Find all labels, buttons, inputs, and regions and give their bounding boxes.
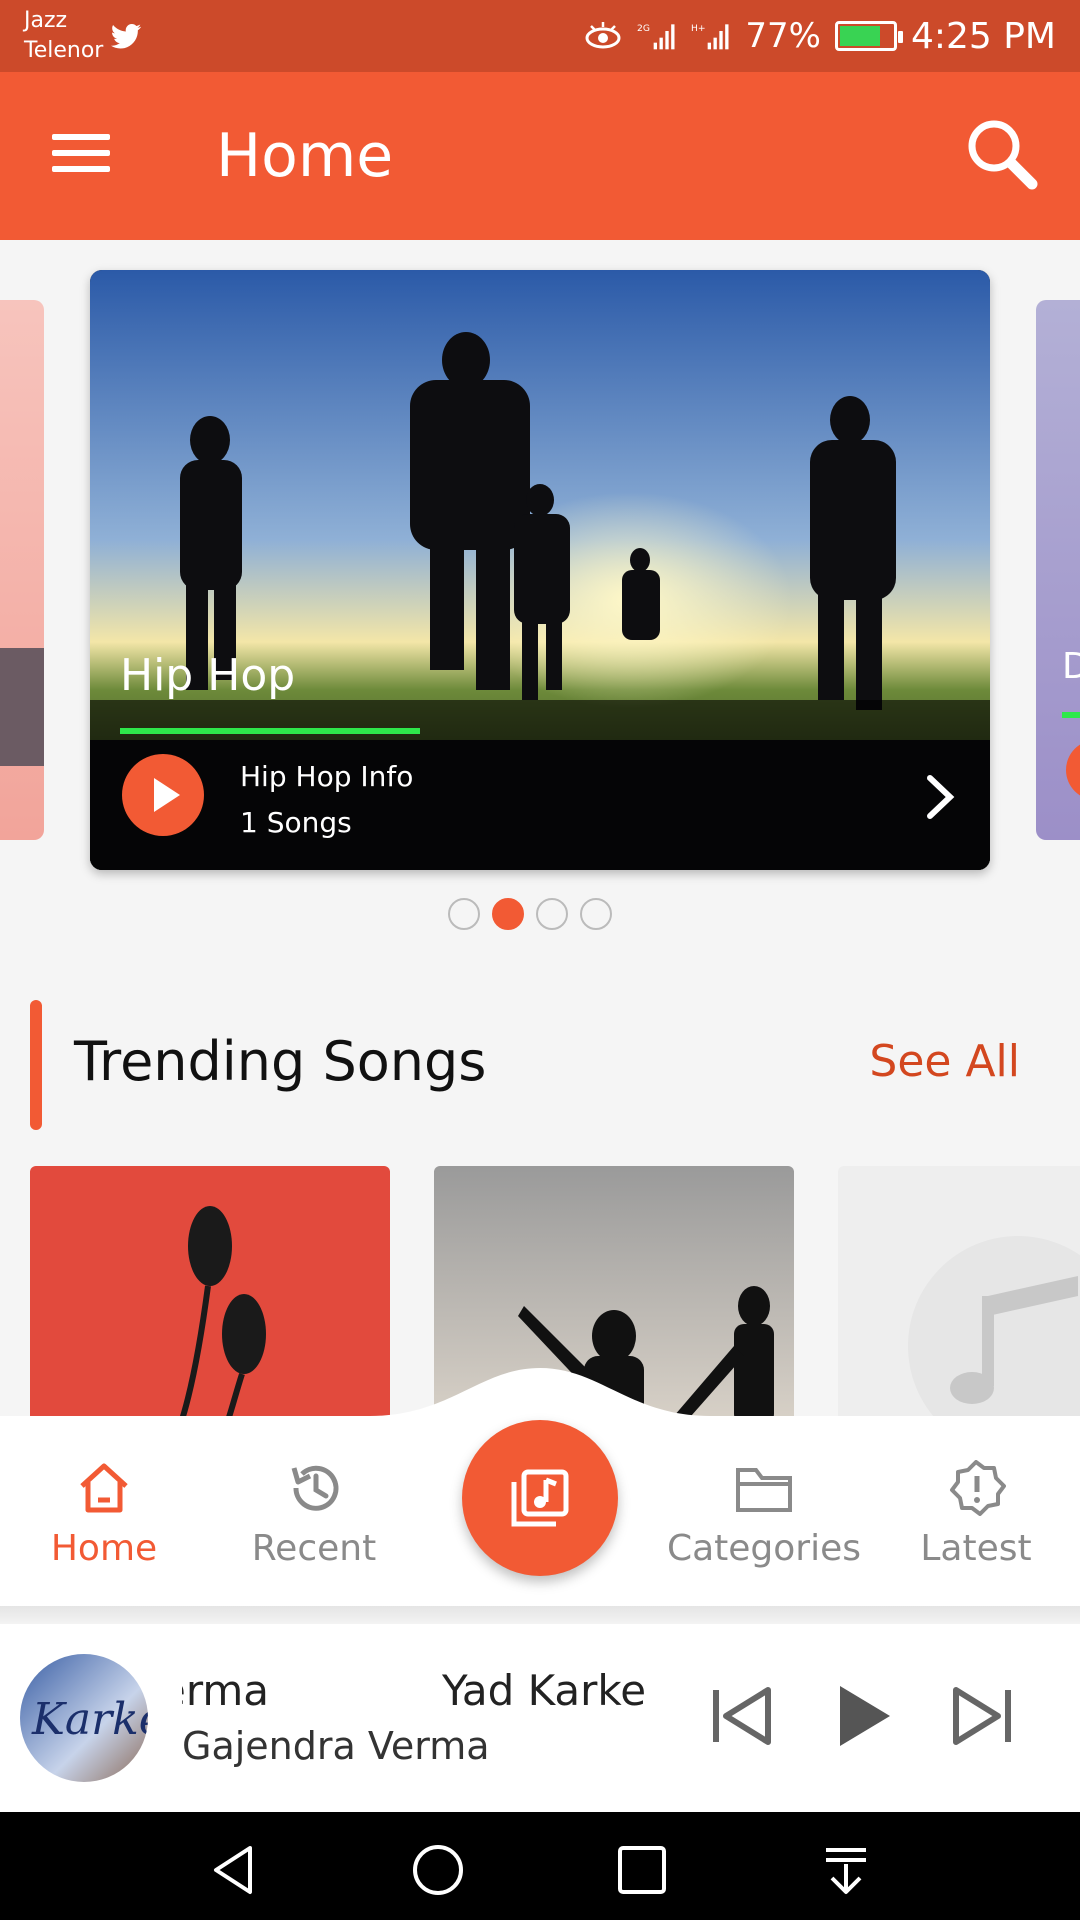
history-icon xyxy=(291,1465,339,1511)
home-circle-icon[interactable] xyxy=(410,1842,466,1898)
nav-item-recent[interactable]: Recent xyxy=(214,1460,414,1569)
carrier-info: Jazz Telenor xyxy=(24,6,103,66)
search-icon[interactable] xyxy=(960,112,1044,196)
recents-square-icon[interactable] xyxy=(614,1842,670,1898)
banner-info: Hip Hop Info 1 Songs xyxy=(240,754,413,846)
album-art-title: Karke xyxy=(32,1694,148,1745)
track-title-previous: erma xyxy=(182,1666,270,1715)
song-thumbnail[interactable] xyxy=(838,1166,1080,1426)
svg-text:H+: H+ xyxy=(691,23,706,34)
carrier-name-1: Jazz xyxy=(24,8,68,33)
banner-subtitle: Hip Hop Info xyxy=(240,760,414,793)
notification-pulldown-icon[interactable] xyxy=(818,1842,874,1898)
nav-item-categories[interactable]: Categories xyxy=(664,1460,864,1569)
battery-icon xyxy=(834,21,903,51)
status-icons: 2G H+ 77% 4:25 PM xyxy=(583,12,1056,60)
pagination-dot[interactable] xyxy=(580,898,612,930)
signal-icon-sim2: H+ xyxy=(691,23,729,50)
nav-item-home[interactable]: Home xyxy=(4,1460,204,1569)
section-title: Trending Songs xyxy=(74,1030,487,1093)
banner-image xyxy=(90,270,990,870)
skip-previous-icon[interactable] xyxy=(702,1676,782,1756)
folder-icon xyxy=(736,1468,792,1512)
track-title-marquee: erma Yad Karke xyxy=(182,1660,652,1720)
eye-comfort-icon xyxy=(585,22,621,49)
svg-text:2G: 2G xyxy=(637,23,650,34)
carousel-next-card[interactable]: D xyxy=(1036,300,1080,840)
section-accent-bar xyxy=(30,1000,42,1130)
skip-next-icon[interactable] xyxy=(942,1676,1022,1756)
page-title: Home xyxy=(216,121,394,191)
play-icon[interactable] xyxy=(122,754,204,836)
home-icon xyxy=(80,1463,128,1513)
banner-song-count: 1 Songs xyxy=(240,806,352,839)
nav-label-home: Home xyxy=(50,1528,158,1569)
divider xyxy=(0,1606,1080,1624)
nav-label-latest: Latest xyxy=(920,1528,1032,1569)
system-navigation-bar xyxy=(0,1812,1080,1920)
nav-item-latest[interactable]: Latest xyxy=(876,1460,1076,1569)
app-bar: Home xyxy=(0,72,1080,240)
battery-fill xyxy=(839,26,880,46)
music-library-icon xyxy=(511,1469,569,1527)
play-icon[interactable] xyxy=(822,1676,902,1756)
song-thumbnail[interactable] xyxy=(30,1166,390,1426)
nav-label-categories: Categories xyxy=(666,1528,862,1569)
banner-title: Hip Hop xyxy=(120,650,296,701)
mini-player[interactable]: Karke erma Yad Karke Gajendra Verma xyxy=(0,1624,1080,1812)
signal-icon-sim1: 2G xyxy=(637,23,675,50)
music-note-icon xyxy=(908,1236,1080,1426)
nav-label-recent: Recent xyxy=(251,1528,377,1569)
back-icon[interactable] xyxy=(206,1842,262,1898)
see-all-link[interactable]: See All xyxy=(869,1036,1020,1087)
battery-percent: 77% xyxy=(745,16,821,56)
earphones-image xyxy=(177,1206,266,1426)
pagination-dot[interactable] xyxy=(448,898,480,930)
status-bar: Jazz Telenor 2G H+ 77% 4:25 PM xyxy=(0,0,1080,72)
carrier-name-2: Telenor xyxy=(24,38,104,63)
clock: 4:25 PM xyxy=(910,15,1056,57)
carousel-pagination xyxy=(448,898,612,930)
hamburger-menu-icon[interactable] xyxy=(52,130,112,178)
chevron-right-icon[interactable] xyxy=(920,772,960,822)
track-artist: Gajendra Verma xyxy=(182,1724,490,1768)
pagination-dot[interactable] xyxy=(536,898,568,930)
twitter-icon xyxy=(111,24,141,49)
next-card-title: D xyxy=(1062,646,1080,687)
carousel-prev-card[interactable] xyxy=(0,300,44,840)
music-library-fab[interactable] xyxy=(462,1420,618,1576)
new-badge-icon xyxy=(950,1460,1006,1516)
pagination-dot-active[interactable] xyxy=(492,898,524,930)
album-art[interactable]: Karke xyxy=(20,1654,148,1782)
banner-accent-line xyxy=(120,728,420,734)
carousel-banner[interactable]: Hip Hop Hip Hop Info 1 Songs xyxy=(90,270,990,870)
track-title: Yad Karke xyxy=(442,1666,647,1715)
